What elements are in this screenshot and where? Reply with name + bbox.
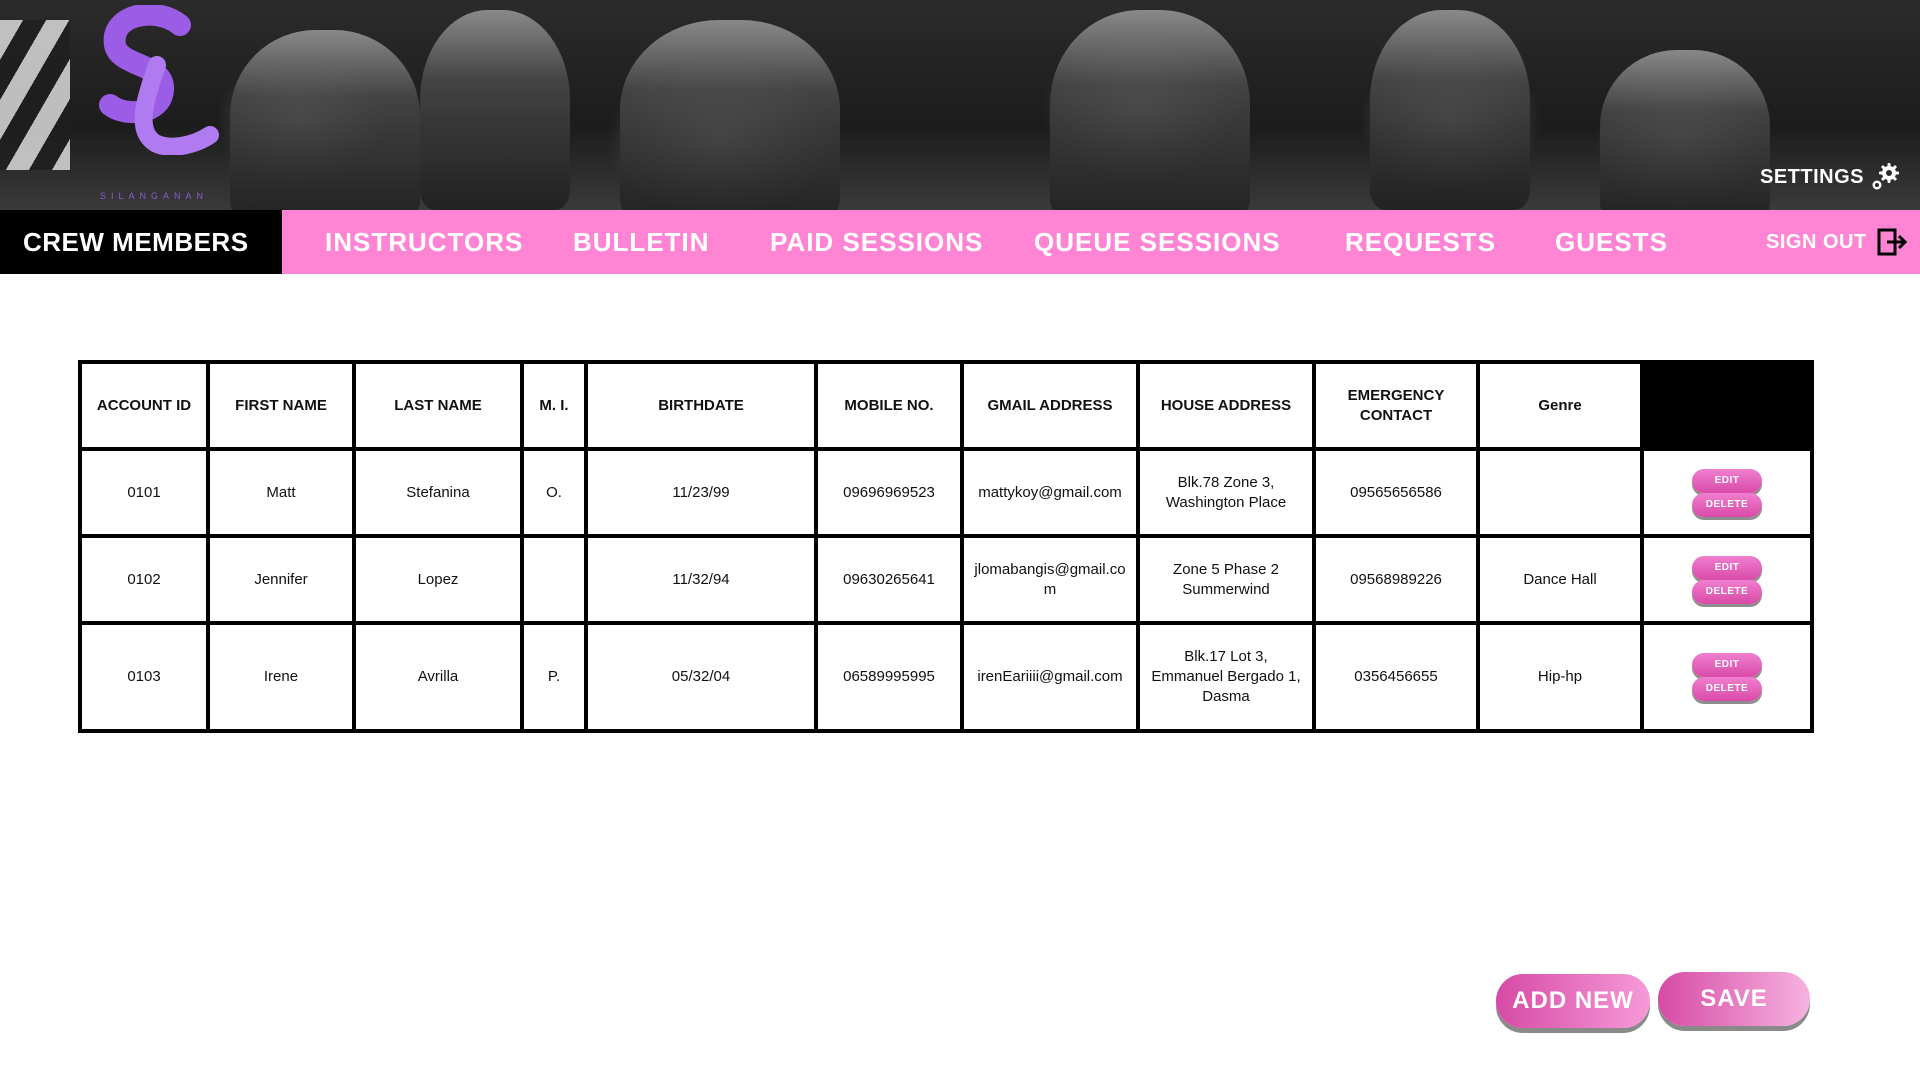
- banner-dancer: [1370, 10, 1530, 210]
- delete-button[interactable]: DELETE: [1692, 677, 1762, 701]
- crew-members-table-container: ACCOUNT ID FIRST NAME LAST NAME M. I. BI…: [78, 360, 1814, 733]
- header-birthdate: BIRTHDATE: [584, 360, 818, 451]
- header-actions: [1640, 360, 1814, 451]
- sign-out-label: SIGN OUT: [1766, 230, 1867, 253]
- cell-middle-initial: P.: [520, 621, 588, 733]
- tab-requests[interactable]: REQUESTS: [1345, 210, 1496, 274]
- cell-mobile-no: 09696969523: [814, 447, 964, 538]
- cell-mobile-no: 06589995995: [814, 621, 964, 733]
- header-middle-initial: M. I.: [520, 360, 588, 451]
- cell-account-id: 0103: [78, 621, 210, 733]
- tab-guests[interactable]: GUESTS: [1555, 210, 1668, 274]
- cell-actions: EDITDELETE: [1640, 534, 1814, 625]
- cell-gmail-address: irenEariiii@gmail.com: [960, 621, 1140, 733]
- cell-actions: EDITDELETE: [1640, 621, 1814, 733]
- header-house-address: HOUSE ADDRESS: [1136, 360, 1316, 451]
- table-header-row: ACCOUNT ID FIRST NAME LAST NAME M. I. BI…: [78, 360, 1814, 451]
- banner-dancer: [1050, 10, 1250, 210]
- brand-caption: SILANGANAN: [100, 191, 209, 201]
- header-first-name: FIRST NAME: [206, 360, 356, 451]
- cell-last-name: Stefanina: [352, 447, 524, 538]
- banner-dancer: [620, 20, 840, 210]
- cell-house-address: Zone 5 Phase 2 Summerwind: [1136, 534, 1316, 625]
- cell-gmail-address: jlomabangis@gmail.com: [960, 534, 1140, 625]
- header-last-name: LAST NAME: [352, 360, 524, 451]
- header-mobile-no: MOBILE NO.: [814, 360, 964, 451]
- cell-first-name: Matt: [206, 447, 356, 538]
- cell-middle-initial: [520, 534, 588, 625]
- banner-dancer: [230, 30, 420, 210]
- edit-button[interactable]: EDIT: [1692, 555, 1762, 580]
- cell-birthdate: 11/32/94: [584, 534, 818, 625]
- cell-last-name: Lopez: [352, 534, 524, 625]
- header-banner: SILANGANAN SETTINGS: [0, 0, 1920, 210]
- cell-mobile-no: 09630265641: [814, 534, 964, 625]
- cell-emergency-contact: 0356456655: [1312, 621, 1480, 733]
- add-new-button[interactable]: ADD NEW: [1496, 974, 1650, 1028]
- banner-backdrop-stripe: [0, 20, 70, 170]
- cell-birthdate: 11/23/99: [584, 447, 818, 538]
- settings-label: SETTINGS: [1759, 165, 1864, 188]
- cell-account-id: 0101: [78, 447, 210, 538]
- cell-middle-initial: O.: [520, 447, 588, 538]
- cell-first-name: Jennifer: [206, 534, 356, 625]
- cell-actions: EDITDELETE: [1640, 447, 1814, 538]
- cell-house-address: Blk.78 Zone 3, Washington Place: [1136, 447, 1316, 538]
- sign-out-button[interactable]: SIGN OUT: [1766, 210, 1909, 274]
- settings-button[interactable]: SETTINGS: [1760, 162, 1900, 192]
- crew-members-table: ACCOUNT ID FIRST NAME LAST NAME M. I. BI…: [78, 360, 1814, 733]
- tab-bulletin[interactable]: BULLETIN: [573, 210, 710, 274]
- banner-dancer: [1600, 50, 1770, 210]
- gear-icon: [1872, 163, 1899, 190]
- header-gmail-address: GMAIL ADDRESS: [960, 360, 1140, 451]
- tab-queue-sessions[interactable]: QUEUE SESSIONS: [1034, 210, 1281, 274]
- delete-button[interactable]: DELETE: [1692, 579, 1762, 604]
- save-button[interactable]: SAVE: [1658, 972, 1810, 1026]
- cell-house-address: Blk.17 Lot 3, Emmanuel Bergado 1, Dasma: [1136, 621, 1316, 733]
- banner-dancer: [420, 10, 570, 210]
- cell-emergency-contact: 09568989226: [1312, 534, 1480, 625]
- cell-last-name: Avrilla: [352, 621, 524, 733]
- cell-genre: Hip-hp: [1476, 621, 1644, 733]
- cell-gmail-address: mattykoy@gmail.com: [960, 447, 1140, 538]
- table-row: 0101 Matt Stefanina O. 11/23/99 09696969…: [78, 447, 1814, 538]
- edit-button[interactable]: EDIT: [1692, 468, 1762, 493]
- header-genre: Genre: [1476, 360, 1644, 451]
- sign-out-icon: [1877, 228, 1907, 256]
- tab-paid-sessions[interactable]: PAID SESSIONS: [770, 210, 983, 274]
- main-nav: CREW MEMBERS INSTRUCTORS BULLETIN PAID S…: [0, 210, 1920, 274]
- cell-birthdate: 05/32/04: [584, 621, 818, 733]
- brand-logo: [99, 5, 219, 155]
- header-emergency-contact: EMERGENCY CONTACT: [1312, 360, 1480, 451]
- delete-button[interactable]: DELETE: [1692, 492, 1762, 517]
- header-account-id: ACCOUNT ID: [78, 360, 210, 451]
- edit-button[interactable]: EDIT: [1692, 653, 1762, 677]
- cell-account-id: 0102: [78, 534, 210, 625]
- cell-first-name: Irene: [206, 621, 356, 733]
- table-row: 0102 Jennifer Lopez 11/32/94 09630265641…: [78, 534, 1814, 625]
- cell-genre: Dance Hall: [1476, 534, 1644, 625]
- cell-genre: [1476, 447, 1644, 538]
- cell-emergency-contact: 09565656586: [1312, 447, 1480, 538]
- tab-crew-members[interactable]: CREW MEMBERS: [0, 210, 282, 274]
- table-row: 0103 Irene Avrilla P. 05/32/04 065899959…: [78, 621, 1814, 733]
- tab-instructors[interactable]: INSTRUCTORS: [325, 210, 523, 274]
